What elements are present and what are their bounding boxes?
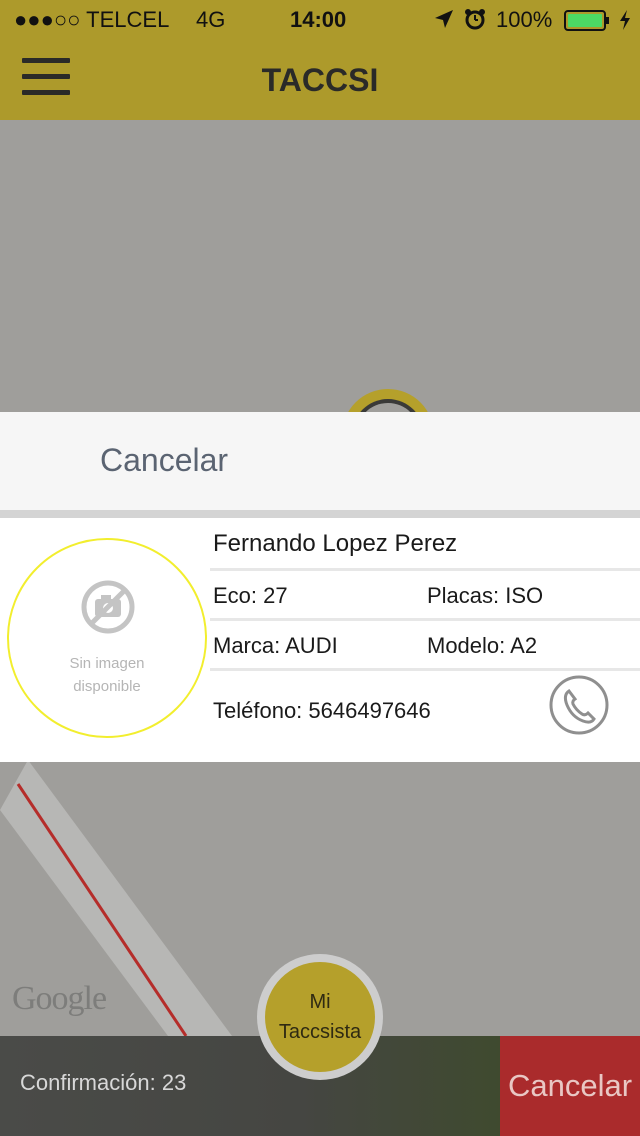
my-taccsista-label: Mi Taccsista (265, 962, 375, 1072)
alarm-icon (465, 9, 485, 30)
google-logo: Google (12, 980, 107, 1017)
status-bar: ●●●○○ TELCEL 4G 14:00 100% (0, 0, 640, 40)
row-divider (210, 618, 640, 621)
row-divider (210, 568, 640, 571)
panel-divider (0, 510, 640, 518)
no-camera-icon (81, 580, 135, 634)
fab-line1: Mi (309, 991, 331, 1013)
phone-field: Teléfono: 5646497646 (213, 698, 431, 723)
carrier-text: ●●●○○ TELCEL (14, 7, 170, 32)
location-arrow-icon (435, 10, 453, 28)
my-taccsista-button[interactable]: Mi Taccsista (257, 954, 383, 1080)
photo-placeholder-text: Sin imagen disponible (9, 652, 205, 698)
charging-icon (620, 10, 630, 30)
driver-photo: Sin imagen disponible (7, 538, 207, 738)
marca-field: Marca: AUDI (213, 633, 338, 658)
row-divider (210, 668, 640, 671)
cancel-panel: Cancelar (0, 412, 640, 510)
phone-icon[interactable] (548, 674, 610, 736)
photo-placeholder-line2: disponible (73, 678, 141, 695)
photo-placeholder-line1: Sin imagen (69, 655, 145, 672)
cancel-button[interactable]: Cancelar (500, 1036, 640, 1136)
eco-field: Eco: 27 (213, 583, 288, 608)
placas-field: Placas: ISO (427, 583, 544, 608)
page-title: TACCSI (261, 62, 379, 98)
battery-percent: 100% (496, 7, 553, 32)
bottom-bar: Confirmación: 23 (0, 1036, 500, 1136)
network-text: 4G (196, 7, 226, 32)
time-text: 14:00 (290, 7, 347, 32)
confirmation-text: Confirmación: 23 (20, 1070, 187, 1095)
nav-bar: TACCSI (0, 40, 640, 120)
modelo-field: Modelo: A2 (427, 633, 538, 658)
cancel-link[interactable]: Cancelar (100, 442, 228, 479)
driver-name: Fernando Lopez Perez (213, 530, 458, 557)
driver-card: Sin imagen disponible Fernando Lopez Per… (0, 518, 640, 762)
battery-icon (564, 10, 609, 31)
fab-line2: Taccsista (278, 1021, 362, 1043)
